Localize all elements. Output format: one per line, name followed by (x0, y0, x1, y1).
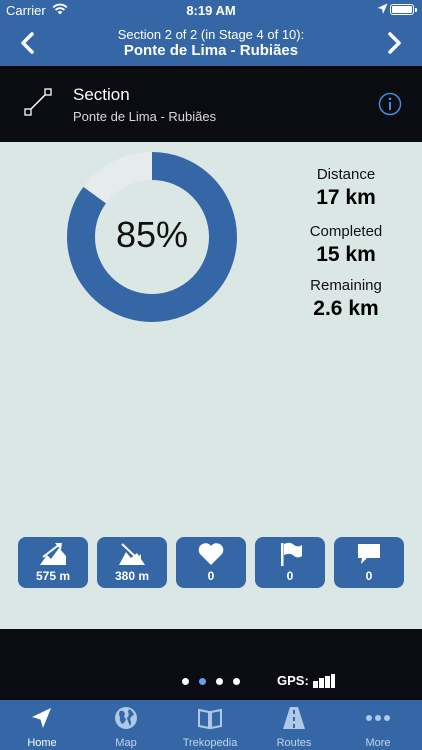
tab-label: Home (27, 737, 57, 749)
road-icon (283, 707, 305, 729)
descent-value: 380 m (114, 569, 150, 583)
ascent-value: 575 m (35, 569, 71, 583)
descent-icon (119, 543, 145, 565)
tab-more[interactable]: More (336, 700, 420, 750)
tab-map[interactable]: Map (84, 700, 168, 750)
comment-icon (358, 544, 380, 564)
completed-label: Completed (309, 223, 383, 240)
comments-count: 0 (365, 569, 373, 583)
ascent-icon (40, 543, 66, 565)
favorites-count: 0 (207, 569, 215, 583)
section-route-icon (24, 88, 52, 116)
tab-label: Map (115, 737, 137, 749)
tab-routes[interactable]: Routes (252, 700, 336, 750)
tab-label: Trekopedia (182, 737, 238, 749)
battery-icon (390, 4, 417, 15)
tab-bar: Home Map Trekopedia Routes More (0, 700, 422, 750)
ascent-tile[interactable]: 575 m (18, 537, 88, 588)
section-header: Section Ponte de Lima - Rubiães (0, 66, 422, 142)
navigation-arrow-icon (32, 708, 51, 728)
favorites-tile[interactable]: 0 (176, 537, 246, 588)
book-icon (198, 708, 222, 730)
info-button[interactable] (378, 92, 402, 116)
comments-tile[interactable]: 0 (334, 537, 404, 588)
distance-label: Distance (316, 166, 376, 183)
clock: 8:19 AM (186, 3, 236, 18)
stage-position-label: Section 2 of 2 (in Stage 4 of 10): (117, 27, 305, 42)
remaining-label: Remaining (310, 277, 382, 294)
footer-band: GPS: (0, 629, 422, 700)
tab-trekopedia[interactable]: Trekopedia (168, 700, 252, 750)
tab-label: More (365, 737, 391, 749)
section-subtitle: Ponte de Lima - Rubiães (73, 109, 217, 124)
page-dot[interactable] (216, 678, 223, 685)
progress-panel: 85% Distance 17 km Completed 15 km Remai… (0, 142, 422, 629)
heart-icon (198, 543, 224, 565)
remaining-value: 2.6 km (313, 297, 379, 320)
globe-icon (115, 707, 137, 729)
status-bar: Carrier 8:19 AM (0, 0, 422, 20)
flags-count: 0 (286, 569, 294, 583)
gps-signal-icon (313, 674, 335, 688)
location-services-icon (377, 3, 388, 14)
progress-percent: 85% (115, 214, 189, 255)
tab-home[interactable]: Home (0, 700, 84, 750)
section-title: Section (73, 85, 130, 104)
more-dots-icon (366, 715, 390, 721)
page-dot[interactable] (233, 678, 240, 685)
tab-label: Routes (276, 737, 312, 749)
next-section-button[interactable] (380, 29, 408, 57)
descent-tile[interactable]: 380 m (97, 537, 167, 588)
distance-value: 17 km (316, 186, 376, 209)
navigation-bar: Section 2 of 2 (in Stage 4 of 10): Ponte… (0, 20, 422, 66)
page-title: Ponte de Lima - Rubiães (123, 42, 299, 59)
flag-icon (281, 542, 302, 566)
page-dot[interactable] (182, 678, 189, 685)
completed-value: 15 km (316, 243, 376, 266)
page-dot[interactable] (199, 678, 206, 685)
flags-tile[interactable]: 0 (255, 537, 325, 588)
gps-label: GPS: (277, 673, 309, 688)
